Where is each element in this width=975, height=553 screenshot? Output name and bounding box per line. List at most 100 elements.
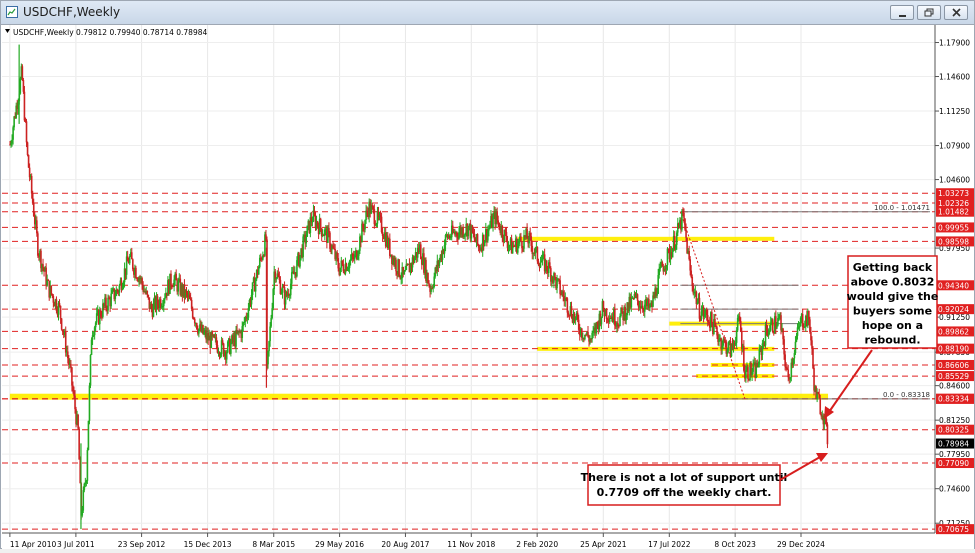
- candle-body: [683, 213, 685, 219]
- candle-body: [24, 92, 26, 121]
- level-price-label: 0.89862: [938, 327, 969, 336]
- restore-icon: [924, 8, 936, 18]
- candle-body: [405, 270, 407, 271]
- candle-body: [87, 450, 89, 481]
- y-tick-label: 0.84600: [939, 382, 970, 391]
- y-tick-label: 1.11250: [939, 107, 970, 116]
- level-price-label: 0.70675: [938, 525, 969, 534]
- annotation-line: Getting back: [853, 261, 933, 274]
- annotation-box-2: There is not a lot of support until0.770…: [581, 465, 788, 505]
- candle-body: [146, 291, 148, 295]
- candle-body: [60, 306, 62, 319]
- level-price-label: 1.02326: [938, 199, 969, 208]
- candle-body: [131, 252, 133, 259]
- candle-body: [497, 220, 499, 222]
- candle-body: [291, 272, 293, 283]
- candle-body: [114, 296, 116, 299]
- candle-body: [389, 239, 391, 256]
- close-button[interactable]: [944, 5, 968, 20]
- candle-body: [477, 234, 479, 244]
- candle-body: [70, 364, 72, 367]
- level-price-label: 0.86606: [938, 361, 969, 370]
- candle-body: [230, 343, 232, 354]
- candle-body: [398, 259, 400, 276]
- candle-body: [736, 330, 738, 342]
- candle-body: [50, 286, 52, 294]
- candle-body: [395, 260, 397, 272]
- level-price-label: 0.88190: [938, 345, 969, 354]
- chart-header: USDCHF,Weekly 0.79812 0.79940 0.78714 0.…: [13, 28, 207, 37]
- level-price-label: 0.94340: [938, 281, 969, 290]
- level-price-label: 0.83334: [938, 395, 969, 404]
- candle-body: [170, 274, 172, 286]
- candle-body: [685, 230, 687, 238]
- x-tick-label: 3 Jul 2011: [57, 540, 95, 549]
- title-bar[interactable]: USDCHF,Weekly: [1, 1, 974, 25]
- y-tick-label: 0.91250: [939, 313, 970, 322]
- minimize-icon: [897, 8, 909, 18]
- candle-body: [305, 237, 307, 244]
- candle-body: [88, 421, 90, 450]
- candle-body: [656, 294, 658, 296]
- y-tick-label: 0.77950: [939, 450, 970, 459]
- x-tick-label: 29 May 2016: [315, 540, 364, 549]
- price-axis: 1.179001.146001.112501.079001.046000.979…: [935, 39, 974, 535]
- candle-body: [129, 256, 131, 263]
- level-price-label: 1.03273: [938, 189, 969, 198]
- annotation-line: above 0.8032: [851, 276, 935, 289]
- chart-area[interactable]: 100.0 - 1.014710.0 - 0.83318 1.179001.14…: [2, 25, 974, 549]
- x-tick-label: 11 Nov 2018: [447, 540, 495, 549]
- candle-body: [752, 364, 754, 372]
- candle-body: [827, 424, 829, 444]
- candle-body: [119, 285, 121, 292]
- current-price-label: 0.78984: [938, 440, 969, 449]
- x-tick-label: 25 Apr 2021: [580, 540, 627, 549]
- y-tick-label: 1.04600: [939, 176, 970, 185]
- candle-body: [631, 298, 633, 308]
- x-tick-label: 11 Apr 2010: [10, 540, 57, 549]
- candle-body: [269, 327, 271, 342]
- restore-button[interactable]: [917, 5, 941, 20]
- candle-body: [567, 298, 569, 312]
- x-tick-label: 15 Dec 2013: [184, 540, 232, 549]
- candle-body: [89, 386, 91, 421]
- x-tick-label: 8 Oct 2023: [714, 540, 756, 549]
- candle-body: [795, 342, 797, 353]
- level-price-label: 0.77090: [938, 459, 969, 468]
- candle-body: [37, 233, 39, 255]
- candle-body: [177, 281, 179, 291]
- candle-body: [320, 219, 322, 228]
- minimize-button[interactable]: [890, 5, 914, 20]
- x-tick-label: 20 Aug 2017: [381, 540, 429, 549]
- candle-body: [148, 295, 150, 297]
- candle-body: [711, 312, 713, 323]
- chart-window: USDCHF,Weekly 100.0 - 1.014710.0 - 0.833…: [0, 0, 975, 549]
- fib-label: 0.0 - 0.83318: [883, 391, 930, 399]
- y-tick-label: 0.81250: [939, 416, 970, 425]
- candle-body: [226, 352, 228, 359]
- candle-body: [192, 309, 194, 318]
- annotation-box-1: Getting backabove 0.8032would give thebu…: [847, 256, 939, 348]
- candle-body: [252, 282, 254, 295]
- x-tick-label: 2 Feb 2020: [516, 540, 558, 549]
- candle-body: [135, 268, 137, 278]
- y-tick-label: 0.74600: [939, 485, 970, 494]
- chart-window-icon: [6, 6, 18, 18]
- close-icon: [951, 8, 963, 18]
- price-chart[interactable]: 100.0 - 1.014710.0 - 0.83318 1.179001.14…: [2, 25, 974, 549]
- level-price-label: 1.01482: [938, 208, 969, 217]
- annotation-line: rebound.: [864, 334, 920, 347]
- candle-body: [699, 298, 701, 319]
- candle-body: [78, 429, 80, 460]
- candle-body: [77, 415, 79, 429]
- level-price-label: 0.92024: [938, 305, 969, 314]
- y-tick-label: 1.07900: [939, 142, 970, 151]
- level-price-label: 0.80325: [938, 426, 969, 435]
- candle-body: [90, 355, 92, 386]
- candle-body: [20, 78, 22, 93]
- candle-body: [61, 318, 63, 329]
- candle-body: [540, 263, 542, 268]
- candle-body: [637, 294, 639, 301]
- candle-body: [27, 142, 29, 155]
- annotation-line: would give the: [847, 290, 939, 303]
